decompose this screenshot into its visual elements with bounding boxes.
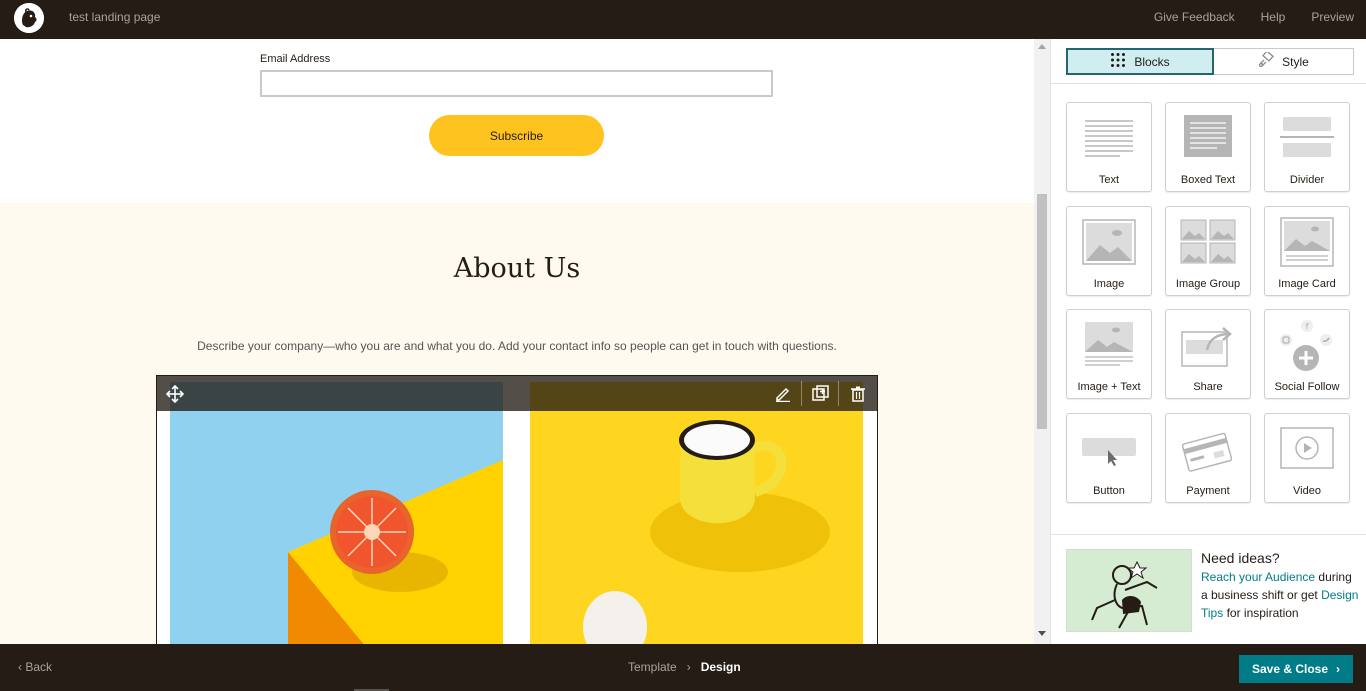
give-feedback-link[interactable]: Give Feedback [1154, 10, 1235, 24]
ideas-illustration [1066, 549, 1192, 632]
back-label: Back [25, 660, 53, 674]
svg-text:f: f [1306, 322, 1309, 331]
block-label: Image Card [1278, 278, 1336, 290]
back-button[interactable]: ‹ Back [18, 660, 52, 674]
tab-style-label: Style [1282, 54, 1309, 69]
text-block-icon [1085, 120, 1133, 157]
email-label: Email Address [260, 53, 331, 65]
image-icon [1082, 219, 1136, 265]
block-label: Boxed Text [1180, 174, 1236, 186]
image-card-icon [1280, 217, 1334, 267]
image-group-icon [1180, 219, 1236, 264]
share-icon [1181, 327, 1232, 367]
tab-blocks-label: Blocks [1134, 54, 1170, 69]
top-bar: test landing page Give Feedback Help Pre… [0, 0, 1366, 39]
payment-icon [1181, 432, 1233, 472]
block-label: Image Group [1175, 278, 1241, 290]
boxed-text-icon [1184, 115, 1232, 157]
mailchimp-logo-icon[interactable] [14, 3, 44, 33]
block-label: Divider [1289, 174, 1325, 186]
chevron-right-icon: › [686, 660, 691, 674]
crumb-design: Design [700, 660, 741, 674]
move-icon[interactable] [157, 376, 193, 411]
about-section[interactable]: About Us Describe your company—who you a… [0, 203, 1034, 644]
chevron-left-icon: ‹ [18, 660, 22, 674]
ideas-divider [1051, 534, 1366, 535]
block-toolbar [157, 376, 877, 411]
block-label: Share [1193, 381, 1223, 393]
block-label: Image + Text [1077, 381, 1141, 393]
tab-style[interactable]: Style [1214, 48, 1354, 75]
chevron-right-icon: › [1336, 662, 1341, 676]
reach-audience-link[interactable]: Reach your Audience [1201, 570, 1315, 584]
block-label: Text [1098, 174, 1120, 186]
video-icon [1280, 427, 1334, 469]
block-label: Image [1093, 278, 1125, 290]
scroll-up-icon[interactable] [1038, 44, 1046, 49]
paint-icon [1258, 50, 1275, 71]
image-group-block[interactable] [156, 375, 878, 644]
block-label: Social Follow [1274, 381, 1340, 393]
about-title: About Us [453, 253, 581, 284]
block-label: Video [1293, 485, 1321, 497]
bottom-bar: ‹ Back Template › Design Save & Close › [0, 644, 1366, 691]
about-description: Describe your company—who you are and wh… [197, 339, 837, 353]
block-image-text[interactable]: Image + Text [1066, 309, 1152, 399]
block-button[interactable]: Button [1066, 413, 1152, 503]
delete-icon[interactable] [840, 376, 876, 411]
image-text-icon [1085, 322, 1133, 366]
subscribe-button[interactable]: Subscribe [429, 115, 604, 156]
block-image-group[interactable]: Image Group [1165, 206, 1251, 296]
block-label: Button [1093, 485, 1125, 497]
duplicate-icon[interactable] [802, 376, 838, 411]
divider-icon [1280, 117, 1334, 157]
panel-tabs: Blocks Style [1066, 48, 1354, 75]
block-payment[interactable]: Payment [1165, 413, 1251, 503]
breadcrumb: Template › Design [628, 660, 741, 674]
mug-image[interactable] [530, 382, 863, 644]
preview-link[interactable]: Preview [1311, 10, 1354, 24]
crumb-template[interactable]: Template [628, 660, 677, 674]
page-title: test landing page [69, 10, 161, 24]
block-video[interactable]: Video [1264, 413, 1350, 503]
block-divider[interactable]: Divider [1264, 102, 1350, 192]
button-block-icon [1082, 438, 1136, 466]
ideas-text-2: for inspiration [1223, 606, 1299, 620]
scroll-thumb[interactable] [1037, 194, 1047, 429]
block-image-card[interactable]: Image Card [1264, 206, 1350, 296]
block-text[interactable]: Text [1066, 102, 1152, 192]
block-image[interactable]: Image [1066, 206, 1152, 296]
top-nav: Give Feedback Help Preview [1128, 10, 1354, 24]
tab-blocks[interactable]: Blocks [1066, 48, 1214, 75]
ideas-text: Reach your Audience during a business sh… [1201, 568, 1361, 622]
block-boxed-text[interactable]: Boxed Text [1165, 102, 1251, 192]
save-close-label: Save & Close [1251, 662, 1329, 676]
toolbar-divider [838, 381, 839, 406]
grid-dots-icon [1110, 52, 1126, 71]
social-follow-icon: f [1280, 320, 1332, 371]
blocks-panel: Blocks Style Text Boxed Text Divider Ima… [1050, 39, 1366, 644]
panel-divider [1051, 83, 1366, 84]
save-close-button[interactable]: Save & Close › [1239, 655, 1353, 683]
ideas-title: Need ideas? [1201, 550, 1280, 566]
edit-icon[interactable] [765, 376, 801, 411]
canvas-scrollbar[interactable] [1034, 39, 1050, 644]
block-share[interactable]: Share [1165, 309, 1251, 399]
scroll-down-icon[interactable] [1038, 631, 1046, 636]
email-field[interactable] [260, 70, 773, 97]
block-social-follow[interactable]: f Social Follow [1264, 309, 1350, 399]
help-link[interactable]: Help [1261, 10, 1286, 24]
editor-canvas: Email Address Subscribe About Us Describ… [0, 39, 1034, 644]
grapefruit-image[interactable] [170, 382, 503, 644]
block-label: Payment [1186, 485, 1230, 497]
